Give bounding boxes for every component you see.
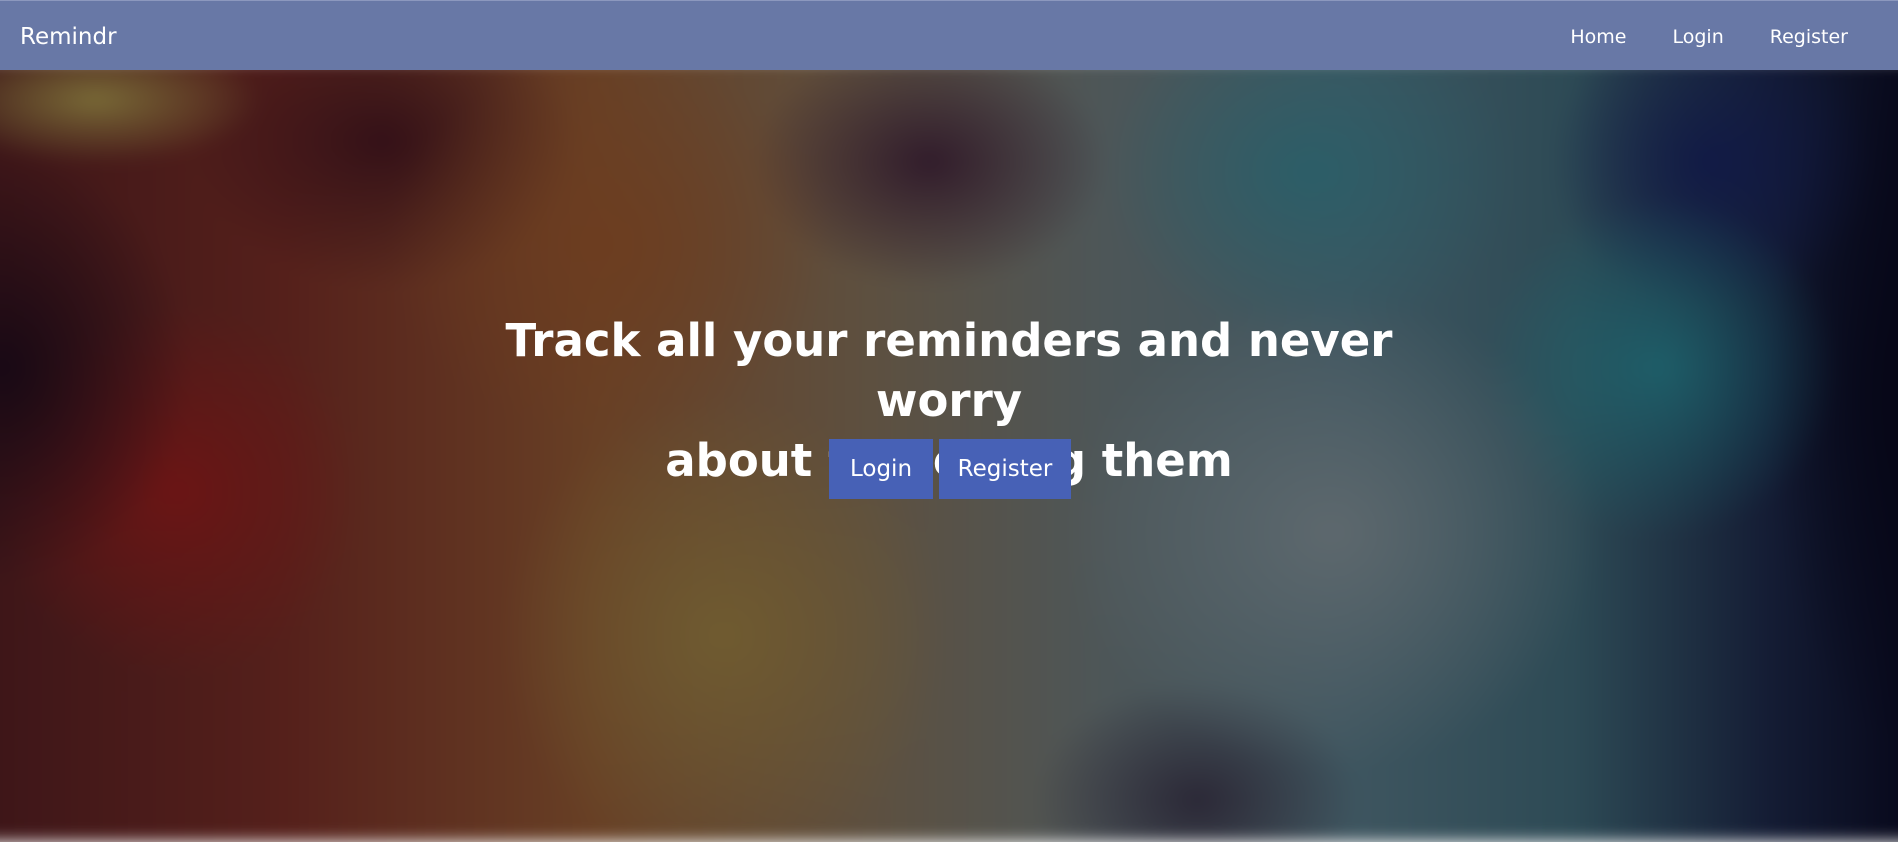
nav-links: Home Login Register (1524, 26, 1848, 48)
register-button[interactable]: Register (939, 439, 1071, 499)
nav-link-register[interactable]: Register (1770, 26, 1848, 48)
hero-section: Track all your reminders and never worry… (0, 70, 1898, 831)
login-button[interactable]: Login (829, 439, 933, 499)
nav-link-home[interactable]: Home (1570, 26, 1626, 48)
hero-headline-line-1: Track all your reminders and never worry (505, 314, 1393, 427)
nav-link-login[interactable]: Login (1673, 26, 1724, 48)
top-navbar: Remindr Home Login Register (0, 0, 1898, 70)
hero-button-row: Login Register (829, 439, 1071, 499)
brand-logo[interactable]: Remindr (20, 24, 117, 50)
